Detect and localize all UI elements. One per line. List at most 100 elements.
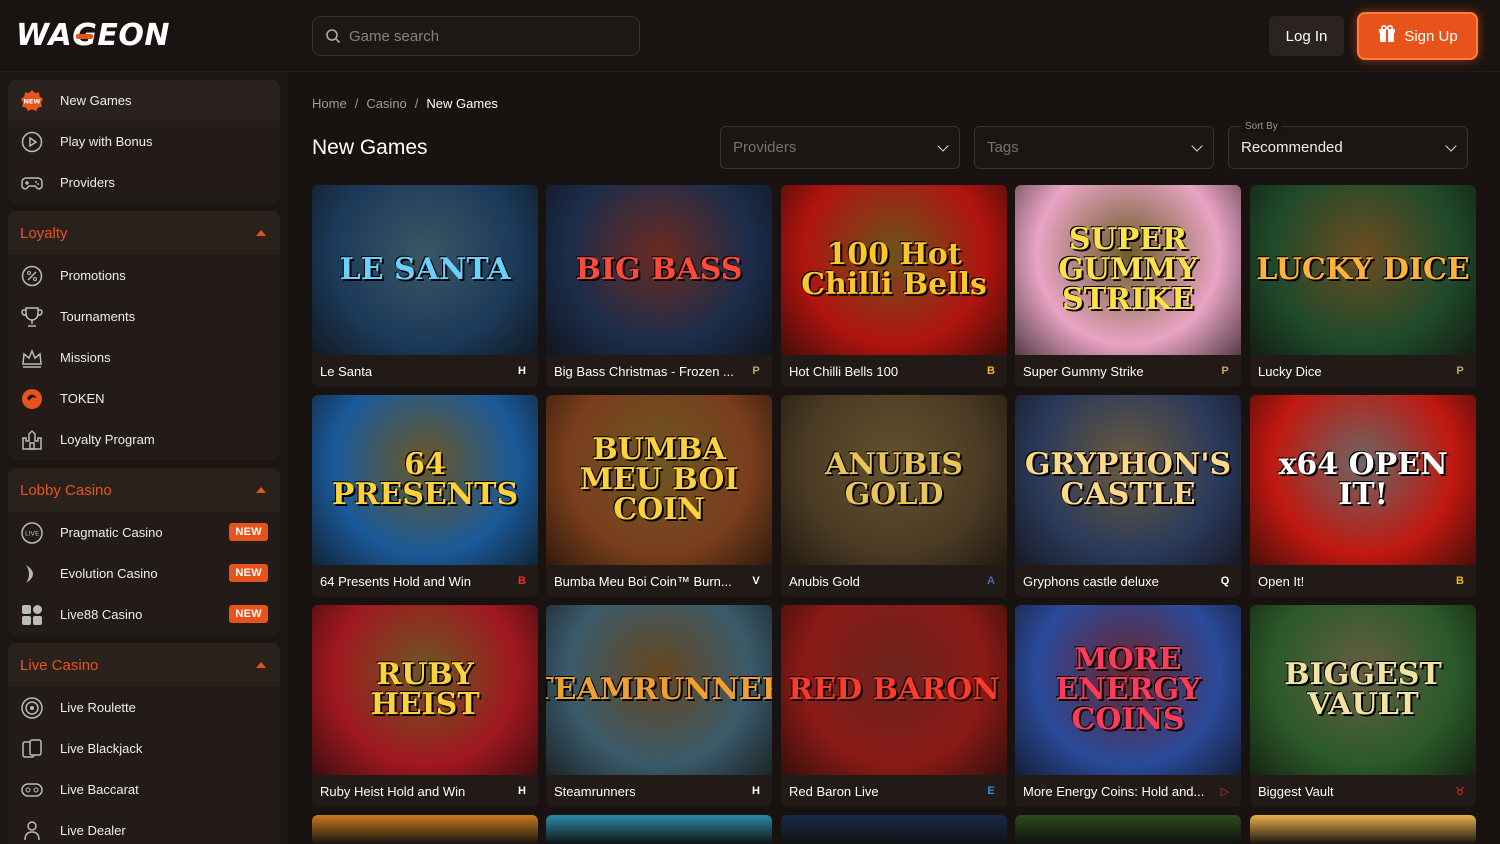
game-thumbnail[interactable]: STEAMRUNNERS [546, 605, 772, 775]
wageon-logo[interactable]: WAGEON [16, 18, 170, 53]
game-search-input[interactable] [349, 27, 629, 45]
breadcrumb: Home / Casino / New Games [312, 96, 498, 111]
sidebar-top-group: NEW New Games Play with Bonus Providers [8, 80, 280, 203]
sidebar-item-live-blackjack[interactable]: Live Blackjack [8, 728, 280, 769]
game-card[interactable]: BIG BASS Big Bass Christmas - Frozen ... P [546, 185, 772, 387]
sidebar-item-label: TOKEN [60, 391, 105, 406]
gamepad-icon [20, 171, 44, 195]
sort-by-dropdown[interactable]: Sort By Recommended [1228, 121, 1468, 169]
dealer-icon [20, 819, 44, 843]
sidebar-item-loyalty-program[interactable]: Loyalty Program [8, 419, 280, 460]
sidebar-item-providers[interactable]: Providers [8, 162, 280, 203]
provider-logo-icon: V [752, 575, 760, 587]
sidebar-section-loyalty[interactable]: Loyalty [8, 211, 280, 255]
game-thumbnail[interactable]: GRYPHON'S CASTLE [1015, 395, 1241, 565]
providers-dropdown[interactable]: Providers [720, 126, 960, 169]
game-card[interactable] [1015, 815, 1241, 844]
provider-logo-icon: Q [1220, 575, 1230, 587]
game-card[interactable]: 64 PRESENTS 64 Presents Hold and Win B [312, 395, 538, 597]
provider-logo-icon: B [518, 575, 526, 587]
sidebar-section-live-casino[interactable]: Live Casino [8, 643, 280, 687]
game-thumbnail[interactable]: ANUBIS GOLD [781, 395, 1007, 565]
sidebar-item-evolution-casino[interactable]: Evolution Casino NEW [8, 553, 280, 594]
trophy-icon [20, 305, 44, 329]
game-card[interactable]: STEAMRUNNERS Steamrunners H [546, 605, 772, 807]
collapse-caret-icon [256, 230, 266, 236]
game-card[interactable]: SUPER GUMMY STRIKE Super Gummy Strike P [1015, 185, 1241, 387]
game-caption: Gryphons castle deluxe Q [1015, 565, 1241, 597]
game-card[interactable] [312, 815, 538, 844]
chevron-down-icon [937, 139, 949, 152]
sidebar-item-tournaments[interactable]: Tournaments [8, 296, 280, 337]
game-card[interactable]: BUMBA MEU BOI COIN Bumba Meu Boi Coin™ Bu… [546, 395, 772, 597]
tags-dropdown[interactable]: Tags [974, 126, 1214, 169]
game-thumbnail[interactable]: BUMBA MEU BOI COIN [546, 395, 772, 565]
sidebar-item-token[interactable]: TOKEN [8, 378, 280, 419]
game-thumbnail[interactable]: x64 OPEN IT! [1250, 395, 1476, 565]
game-caption: Red Baron Live E [781, 775, 1007, 807]
game-search-box[interactable] [312, 16, 640, 56]
game-art-title: x64 OPEN IT! [1278, 447, 1448, 512]
sidebar-item-pragmatic-casino[interactable]: LIVE Pragmatic Casino NEW [8, 512, 280, 553]
sidebar-item-play-with-bonus[interactable]: Play with Bonus [8, 121, 280, 162]
sidebar-item-missions[interactable]: Missions [8, 337, 280, 378]
game-card[interactable]: BIGGEST VAULT Biggest Vault ♉ [1250, 605, 1476, 807]
sidebar-item-label: Missions [60, 350, 111, 365]
sidebar-item-label: Live Dealer [60, 823, 126, 838]
game-caption: Super Gummy Strike P [1015, 355, 1241, 387]
game-caption: Ruby Heist Hold and Win H [312, 775, 538, 807]
game-card[interactable]: x64 OPEN IT! Open It! B [1250, 395, 1476, 597]
game-art-title: BIGGEST VAULT [1284, 657, 1442, 722]
game-card[interactable]: ANUBIS GOLD Anubis Gold A [781, 395, 1007, 597]
sidebar-item-live88-casino[interactable]: Live88 Casino NEW [8, 594, 280, 635]
game-card[interactable]: RED BARON Red Baron Live E [781, 605, 1007, 807]
game-caption: Biggest Vault ♉ [1250, 775, 1476, 807]
game-name: Steamrunners [554, 783, 636, 799]
provider-logo-icon: B [1456, 575, 1464, 587]
search-icon [325, 28, 341, 44]
game-thumbnail[interactable]: BIGGEST VAULT [1250, 605, 1476, 775]
game-card[interactable]: 100 Hot Chilli Bells Hot Chilli Bells 100… [781, 185, 1007, 387]
game-art-title: STEAMRUNNERS [546, 672, 772, 707]
game-card[interactable] [546, 815, 772, 844]
sidebar-live-casino-group: Live Casino Live Roulette Live Blackjack… [8, 643, 280, 844]
game-card[interactable] [781, 815, 1007, 844]
game-name: Super Gummy Strike [1023, 363, 1144, 379]
sidebar-item-promotions[interactable]: Promotions [8, 255, 280, 296]
game-thumbnail[interactable]: RED BARON [781, 605, 1007, 775]
game-thumbnail[interactable]: 64 PRESENTS [312, 395, 538, 565]
game-card[interactable]: MORE ENERGY COINS More Energy Coins: Hold… [1015, 605, 1241, 807]
sidebar-item-label: Pragmatic Casino [60, 525, 163, 540]
provider-logo-icon: H [518, 365, 526, 377]
sidebar-item-new-games[interactable]: NEW New Games [8, 80, 280, 121]
sidebar-section-lobby-casino[interactable]: Lobby Casino [8, 468, 280, 512]
sidebar-item-live-roulette[interactable]: Live Roulette [8, 687, 280, 728]
new-badge-icon: NEW [20, 89, 44, 113]
game-card[interactable]: LUCKY DICE Lucky Dice P [1250, 185, 1476, 387]
sidebar-item-label: Providers [60, 175, 115, 190]
signup-button[interactable]: Sign Up [1357, 12, 1478, 60]
sidebar-item-live-dealer[interactable]: Live Dealer [8, 810, 280, 844]
game-thumbnail[interactable]: RUBY HEIST [312, 605, 538, 775]
breadcrumb-home[interactable]: Home [312, 96, 347, 111]
game-thumbnail[interactable]: LUCKY DICE [1250, 185, 1476, 355]
game-caption: Lucky Dice P [1250, 355, 1476, 387]
game-thumbnail[interactable]: LE SANTA [312, 185, 538, 355]
game-art-title: SUPER GUMMY STRIKE [1058, 222, 1198, 317]
provider-logo-icon: P [1221, 365, 1229, 377]
game-thumbnail[interactable]: MORE ENERGY COINS [1015, 605, 1241, 775]
game-card[interactable]: LE SANTA Le Santa H [312, 185, 538, 387]
game-thumbnail[interactable]: BIG BASS [546, 185, 772, 355]
sidebar: NEW New Games Play with Bonus Providers … [0, 72, 288, 844]
game-card[interactable]: RUBY HEIST Ruby Heist Hold and Win H [312, 605, 538, 807]
breadcrumb-casino[interactable]: Casino [366, 96, 406, 111]
game-card[interactable] [1250, 815, 1476, 844]
login-button[interactable]: Log In [1269, 16, 1344, 56]
game-art-title: 100 Hot Chilli Bells [801, 237, 987, 302]
game-thumbnail[interactable]: 100 Hot Chilli Bells [781, 185, 1007, 355]
game-thumbnail[interactable]: SUPER GUMMY STRIKE [1015, 185, 1241, 355]
game-card[interactable]: GRYPHON'S CASTLE Gryphons castle deluxe Q [1015, 395, 1241, 597]
crown-icon [20, 346, 44, 370]
sidebar-item-live-baccarat[interactable]: Live Baccarat [8, 769, 280, 810]
roulette-icon [20, 696, 44, 720]
